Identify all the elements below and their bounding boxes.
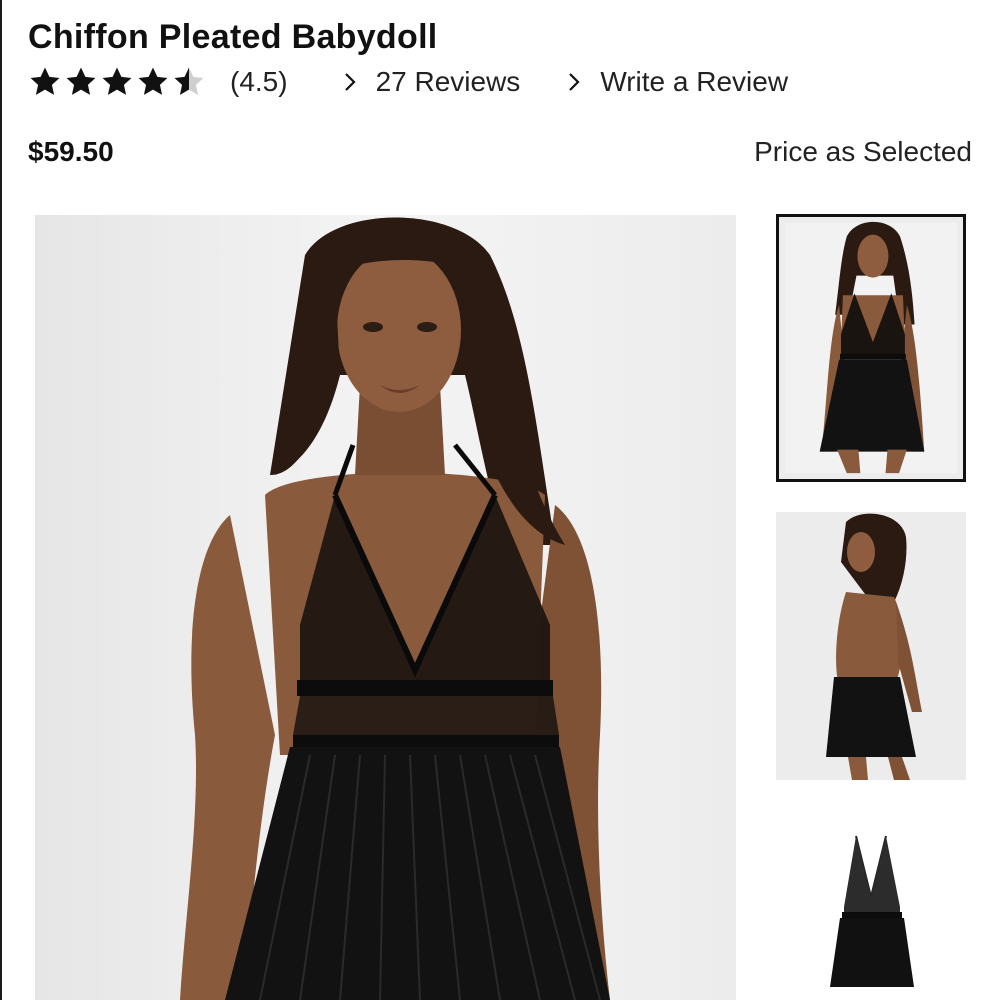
- reviews-link-label: 27 Reviews: [375, 66, 521, 97]
- thumbnail-garment-illustration: [776, 812, 966, 1000]
- page-left-border: [0, 0, 2, 1000]
- product-price: $59.50: [28, 136, 114, 167]
- rating-row: (4.5) 27 Reviews Write a Review: [28, 62, 788, 102]
- star-icon: [30, 67, 60, 95]
- rating-score: (4.5): [230, 66, 288, 97]
- product-title: Chiffon Pleated Babydoll: [28, 18, 438, 56]
- star-icon: [138, 67, 168, 95]
- thumbnail-back[interactable]: [776, 512, 966, 780]
- half-star-icon: [174, 67, 204, 95]
- model-front-illustration: [35, 215, 736, 1000]
- main-product-image[interactable]: [35, 215, 736, 1000]
- thumbnail-back-illustration: [776, 512, 966, 780]
- reviews-link[interactable]: 27 Reviews: [342, 66, 521, 98]
- thumbnail-garment[interactable]: [776, 812, 966, 1000]
- thumbnail-front-selected[interactable]: [776, 214, 966, 482]
- star-rating[interactable]: [28, 65, 206, 99]
- thumbnail-front-illustration: [779, 217, 963, 479]
- price-note: Price as Selected: [754, 136, 972, 167]
- star-icon: [66, 67, 96, 95]
- write-review-label: Write a Review: [600, 66, 789, 97]
- chevron-right-icon: [569, 73, 580, 91]
- star-icon: [102, 67, 132, 95]
- chevron-right-icon: [344, 73, 356, 91]
- write-review-link[interactable]: Write a Review: [566, 66, 788, 98]
